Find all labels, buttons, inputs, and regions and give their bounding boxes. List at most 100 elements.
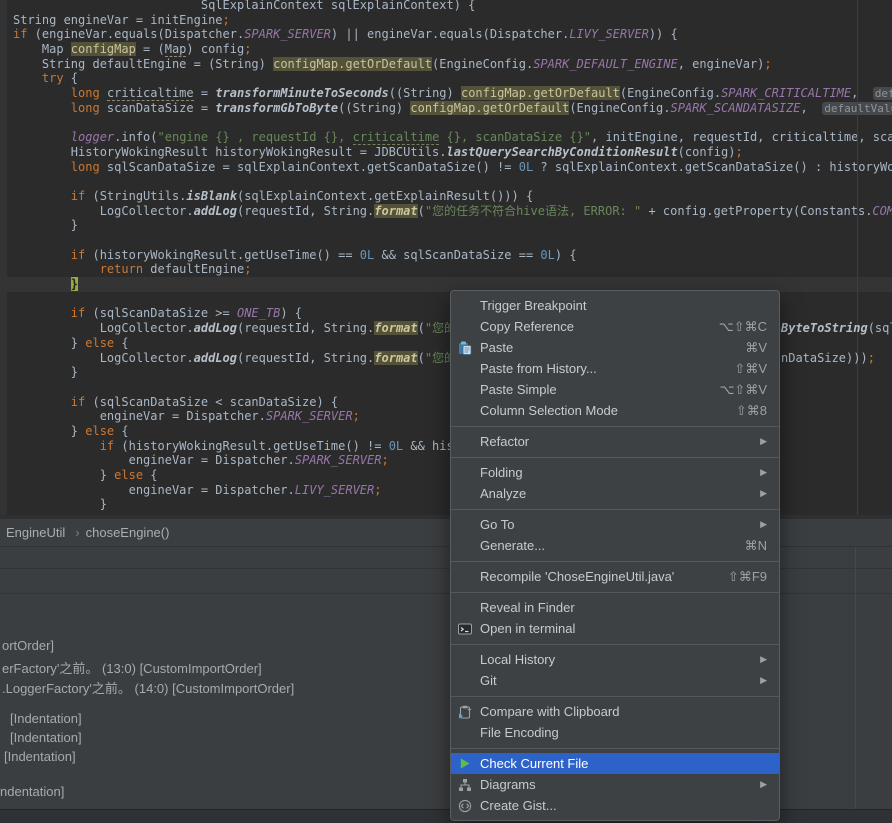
code-token: (requestId, String. <box>236 203 375 218</box>
menu-item-go-to[interactable]: Go To ▶ <box>451 514 779 535</box>
menu-item-trigger-breakpoint[interactable]: Trigger Breakpoint <box>451 295 779 316</box>
code-token: ) { <box>554 247 577 262</box>
menu-item-file-encoding[interactable]: File Encoding <box>451 722 779 743</box>
submenu-arrow-icon: ▶ <box>760 488 767 498</box>
menu-item-analyze[interactable]: Analyze ▶ <box>451 483 779 504</box>
code-token: ; <box>222 12 230 27</box>
code-line: if (historyWokingResult.getUseTime() == … <box>13 248 892 263</box>
menu-item-folding[interactable]: Folding ▶ <box>451 462 779 483</box>
code-token: (sqlExplainContext.getExplainResult())) … <box>236 188 534 203</box>
code-token: && sqlScanDataSize == <box>374 247 541 262</box>
code-token: configMap <box>70 42 136 57</box>
code-token: engineVar = Dispatcher. <box>13 409 266 424</box>
menu-item-copy-reference[interactable]: Copy Reference ⌥⇧⌘C <box>451 316 779 337</box>
code-line: return defaultEngine; <box>13 262 892 277</box>
code-token: { <box>143 468 158 482</box>
menu-item-label: Paste from History... <box>480 361 597 376</box>
menu-item-paste-simple[interactable]: Paste Simple ⌥⇧⌘V <box>451 379 779 400</box>
code-line: String defaultEngine = (String) configMa… <box>13 56 892 72</box>
code-token: transformGbToByte <box>215 100 339 115</box>
menu-item-paste[interactable]: Paste ⌘V <box>451 337 779 358</box>
menu-item-check-current-file[interactable]: Check Current File <box>451 753 779 774</box>
code-token: lastQuerySearchByConditionResult <box>446 144 678 159</box>
code-token: ((String) <box>338 100 411 115</box>
code-token: } <box>13 218 79 233</box>
menu-item-shortcut: ⇧⌘8 <box>735 402 767 418</box>
menu-item-reveal-in-finder[interactable]: Reveal in Finder <box>451 597 779 618</box>
code-token: } <box>13 497 107 512</box>
code-token: return <box>13 262 144 277</box>
menu-item-label: Local History <box>480 652 556 667</box>
code-token: defaultEngine <box>143 262 245 277</box>
code-token: ; <box>867 351 875 365</box>
menu-separator <box>451 560 779 562</box>
menu-item-create-gist[interactable]: Create Gist... <box>451 795 779 816</box>
code-token: , <box>800 100 823 115</box>
menu-icon-blank <box>458 674 480 688</box>
code-token: addLog <box>193 321 237 336</box>
code-token: (EngineConfig. <box>432 56 534 71</box>
menu-separator <box>451 591 779 593</box>
code-token: { <box>114 335 129 350</box>
menu-item-refactor[interactable]: Refactor ▶ <box>451 431 779 452</box>
menu-icon-blank <box>458 518 480 532</box>
menu-icon-blank <box>458 466 480 480</box>
code-token: SPARK_CRITICALTIME <box>721 86 852 101</box>
code-token: format <box>374 203 418 218</box>
menu-item-compare-with-clipboard[interactable]: Compare with Clipboard <box>451 701 779 722</box>
menu-item-label: Paste <box>480 340 514 355</box>
code-token: addLog <box>193 350 237 365</box>
code-token: "您的任务不符合hive语法, ERROR: " <box>424 203 642 218</box>
code-token: ) || engineVar.equals(Dispatcher. <box>330 27 570 42</box>
code-token: , engineVar) <box>677 56 765 71</box>
code-token: COMMENT <box>872 203 892 218</box>
code-token: , initEngine, requestId, criticaltime, s… <box>591 130 892 145</box>
menu-item-shortcut: ⌘V <box>745 339 767 355</box>
menu-item-shortcut: ⇧⌘F9 <box>727 568 767 584</box>
code-token: logger <box>13 130 115 145</box>
code-token: .info( <box>114 130 158 145</box>
menu-item-open-in-terminal[interactable]: Open in terminal <box>451 618 779 639</box>
menu-icon-blank <box>458 570 480 584</box>
code-token: 0L <box>388 438 404 453</box>
code-line: if (StringUtils.isBlank(sqlExplainContex… <box>13 189 892 204</box>
code-token: format <box>374 321 418 336</box>
code-token: else <box>85 335 115 350</box>
code-token: defaultValue: <box>872 87 892 101</box>
menu-item-label: Paste Simple <box>480 382 557 397</box>
menu-item-shortcut: ⌘N <box>744 537 767 553</box>
menu-item-label: Check Current File <box>480 756 589 771</box>
code-token: ; <box>381 453 389 468</box>
code-token: if <box>13 306 86 321</box>
submenu-arrow-icon: ▶ <box>760 436 767 446</box>
menu-item-column-selection-mode[interactable]: Column Selection Mode ⇧⌘8 <box>451 400 779 421</box>
submenu-arrow-icon: ▶ <box>760 675 767 685</box>
menu-item-paste-from-history[interactable]: Paste from History... ⇧⌘V <box>451 358 779 379</box>
code-token: (sqlS <box>867 321 892 335</box>
code-token: {}, scanDataSize {}" <box>439 130 592 145</box>
code-token: engineVar = Dispatcher. <box>13 453 295 468</box>
menu-icon-blank <box>458 601 480 615</box>
code-token: long <box>13 100 100 115</box>
menu-item-git[interactable]: Git ▶ <box>451 670 779 691</box>
code-token: ( <box>417 350 425 365</box>
menu-separator <box>451 695 779 697</box>
menu-icon-blank <box>458 726 480 740</box>
breadcrumb-class[interactable]: EngineUtil <box>6 525 65 540</box>
menu-icon-blank <box>458 653 480 667</box>
code-token: format <box>374 350 418 365</box>
menu-item-local-history[interactable]: Local History ▶ <box>451 649 779 670</box>
menu-item-generate[interactable]: Generate... ⌘N <box>451 535 779 556</box>
code-token: String defaultEngine = (String) <box>13 56 274 71</box>
gist-icon <box>458 799 480 813</box>
menu-separator <box>451 508 779 510</box>
menu-separator <box>451 747 779 749</box>
menu-item-diagrams[interactable]: Diagrams ▶ <box>451 774 779 795</box>
menu-item-label: Analyze <box>480 486 527 501</box>
menu-item-label: Open in terminal <box>480 621 576 636</box>
code-token: ONE_TB <box>236 306 281 321</box>
breadcrumb-method[interactable]: choseEngine() <box>86 525 170 540</box>
menu-item-recompile-choseengineutil-java[interactable]: Recompile 'ChoseEngineUtil.java' ⇧⌘F9 <box>451 566 779 587</box>
code-token: LogCollector. <box>13 350 194 365</box>
